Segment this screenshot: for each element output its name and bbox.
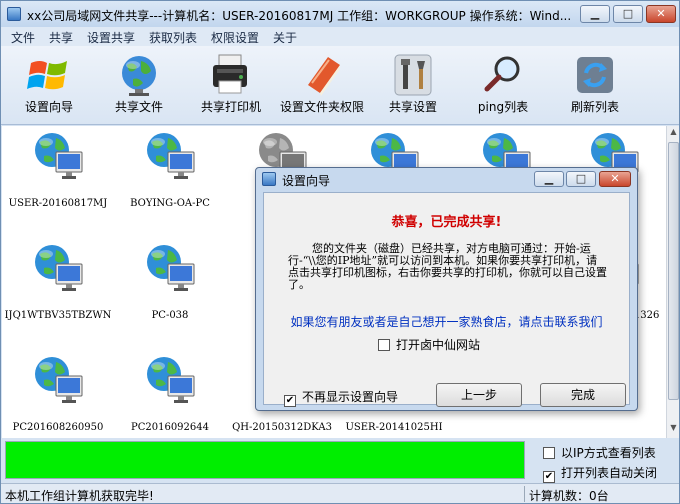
visit-website-label: 打开卤中仙网站: [396, 338, 481, 352]
share-settings-label: 共享设置: [388, 100, 437, 114]
menu-about[interactable]: 关于: [273, 29, 297, 46]
auto-close-label: 打开列表自动关闭: [561, 466, 658, 480]
windows-logo-icon: [27, 61, 67, 90]
globe-icon: [122, 56, 156, 96]
progress-bar: [5, 441, 525, 479]
progress-fill: [6, 442, 524, 478]
main-window: xx公司局域网文件共享---计算机名：USER-20160817MJ 工作组：W…: [0, 0, 680, 504]
refresh-list-button[interactable]: 刷新列表: [559, 46, 631, 124]
window-title: xx公司局域网文件共享---计算机名：USER-20160817MJ 工作组：W…: [27, 9, 572, 23]
setup-wizard-dialog: 设置向导 ▁ □ ✕ 恭喜，已完成共享! 您的文件夹（磁盘）已经共享，对方电脑可…: [255, 167, 638, 411]
ip-view-label: 以IP方式查看列表: [561, 446, 656, 460]
auto-close-option[interactable]: ✔ 打开列表自动关闭: [543, 464, 657, 483]
status-bar: 本机工作组计算机获取完毕! 计算机数：0台: [1, 483, 679, 503]
refresh-list-label: 刷新列表: [570, 100, 619, 114]
dialog-title-bar[interactable]: 设置向导 ▁ □ ✕: [256, 168, 637, 190]
share-file-button[interactable]: 共享文件: [103, 46, 175, 124]
computer-item[interactable]: PC2016092644: [114, 350, 226, 438]
menu-share[interactable]: 共享: [49, 29, 73, 46]
computer-name: IJQ1WTBV35TBZWN: [4, 310, 112, 321]
computer-online-icon: [147, 357, 195, 403]
status-separator: [524, 486, 525, 502]
title-bar[interactable]: xx公司局域网文件共享---计算机名：USER-20160817MJ 工作组：W…: [1, 1, 679, 27]
computer-name: PC-038: [151, 310, 189, 321]
share-settings-button[interactable]: 共享设置: [377, 46, 449, 124]
close-button[interactable]: ✕: [646, 5, 676, 23]
congrats-heading: 恭喜，已完成共享!: [391, 215, 502, 230]
computer-online-icon: [147, 133, 195, 179]
computer-online-icon: [35, 357, 83, 403]
book-icon: [308, 57, 340, 96]
finish-button[interactable]: 完成: [540, 383, 626, 407]
dialog-body: 恭喜，已完成共享! 您的文件夹（磁盘）已经共享，对方电脑可通过：开始-运行-“\…: [263, 192, 630, 407]
dont-show-again-option[interactable]: ✔ 不再显示设置向导: [284, 388, 398, 407]
minimize-button[interactable]: ▁: [580, 5, 610, 23]
computer-online-icon: [35, 133, 83, 179]
dialog-app-icon: [262, 172, 276, 186]
computer-item[interactable]: BOYING-OA-PC: [114, 126, 226, 234]
computer-name: USER-20141025HI: [345, 422, 443, 433]
share-printer-button[interactable]: 共享打印机: [193, 46, 269, 124]
magnifier-icon: [484, 56, 520, 92]
maximize-button[interactable]: □: [613, 5, 643, 23]
share-printer-label: 共享打印机: [200, 100, 261, 114]
scroll-up-arrow-icon[interactable]: ▲: [668, 127, 679, 140]
tools-icon: [394, 54, 432, 96]
computer-name: QH-20150312DKA3: [232, 422, 332, 433]
menu-share-settings[interactable]: 设置共享: [87, 29, 135, 46]
computer-count: 计算机数：0台: [529, 489, 609, 503]
menu-file[interactable]: 文件: [11, 29, 35, 46]
computer-name: BOYING-OA-PC: [130, 198, 210, 209]
dont-show-again-label: 不再显示设置向导: [302, 390, 399, 404]
folder-permissions-button[interactable]: 设置文件夹权限: [277, 46, 367, 124]
scroll-down-arrow-icon[interactable]: ▼: [668, 423, 679, 436]
menu-bar: 文件 共享 设置共享 获取列表 权限设置 关于: [1, 27, 679, 46]
menu-get-list[interactable]: 获取列表: [149, 29, 197, 46]
dialog-minimize-button[interactable]: ▁: [534, 171, 564, 187]
ip-view-checkbox[interactable]: [543, 447, 555, 459]
status-text: 本机工作组计算机获取完毕!: [5, 489, 154, 503]
toolbar: 设置向导 共享文件 共享打印机 设置文件夹权限 共享设置 ping列表 刷新列表: [1, 46, 679, 125]
app-icon: [7, 7, 21, 21]
ping-list-button[interactable]: ping列表: [467, 46, 539, 124]
dialog-maximize-button[interactable]: □: [566, 171, 596, 187]
auto-close-checkbox[interactable]: ✔: [543, 471, 555, 483]
computer-item[interactable]: PC-038: [114, 238, 226, 346]
menu-permissions[interactable]: 权限设置: [211, 29, 259, 46]
previous-step-button[interactable]: 上一步: [436, 383, 522, 407]
ping-list-label: ping列表: [477, 100, 529, 114]
computer-online-icon: [35, 245, 83, 291]
computer-item[interactable]: IJQ1WTBV35TBZWN: [2, 238, 114, 346]
ip-view-option[interactable]: 以IP方式查看列表: [543, 444, 656, 461]
visit-website-checkbox[interactable]: [378, 339, 390, 351]
visit-website-option[interactable]: 打开卤中仙网站: [378, 336, 480, 353]
vertical-scrollbar[interactable]: ▲ ▼: [666, 126, 679, 438]
setup-wizard-label: 设置向导: [24, 100, 73, 114]
refresh-icon: [577, 57, 613, 93]
computer-name: PC2016092644: [130, 422, 209, 433]
computer-name: PC201608260950: [12, 422, 104, 433]
setup-wizard-button[interactable]: 设置向导: [13, 46, 85, 124]
dialog-title: 设置向导: [282, 174, 331, 188]
computer-name: USER-20160817MJ: [8, 198, 108, 209]
printer-icon: [213, 54, 247, 94]
dialog-close-button[interactable]: ✕: [599, 171, 631, 187]
scroll-thumb[interactable]: [668, 142, 679, 400]
computer-online-icon: [147, 245, 195, 291]
computer-item[interactable]: PC201608260950: [2, 350, 114, 438]
contact-us-link[interactable]: 如果您有朋友或者是自己想开一家熟食店，请点击联系我们: [264, 313, 629, 330]
folder-permissions-label: 设置文件夹权限: [279, 100, 364, 114]
dont-show-again-checkbox[interactable]: ✔: [284, 395, 296, 407]
share-file-label: 共享文件: [114, 100, 163, 114]
computer-item[interactable]: USER-20160817MJ: [2, 126, 114, 234]
share-instructions: 您的文件夹（磁盘）已经共享，对方电脑可通过：开始-运行-“\\您的IP地址”就可…: [288, 242, 607, 291]
